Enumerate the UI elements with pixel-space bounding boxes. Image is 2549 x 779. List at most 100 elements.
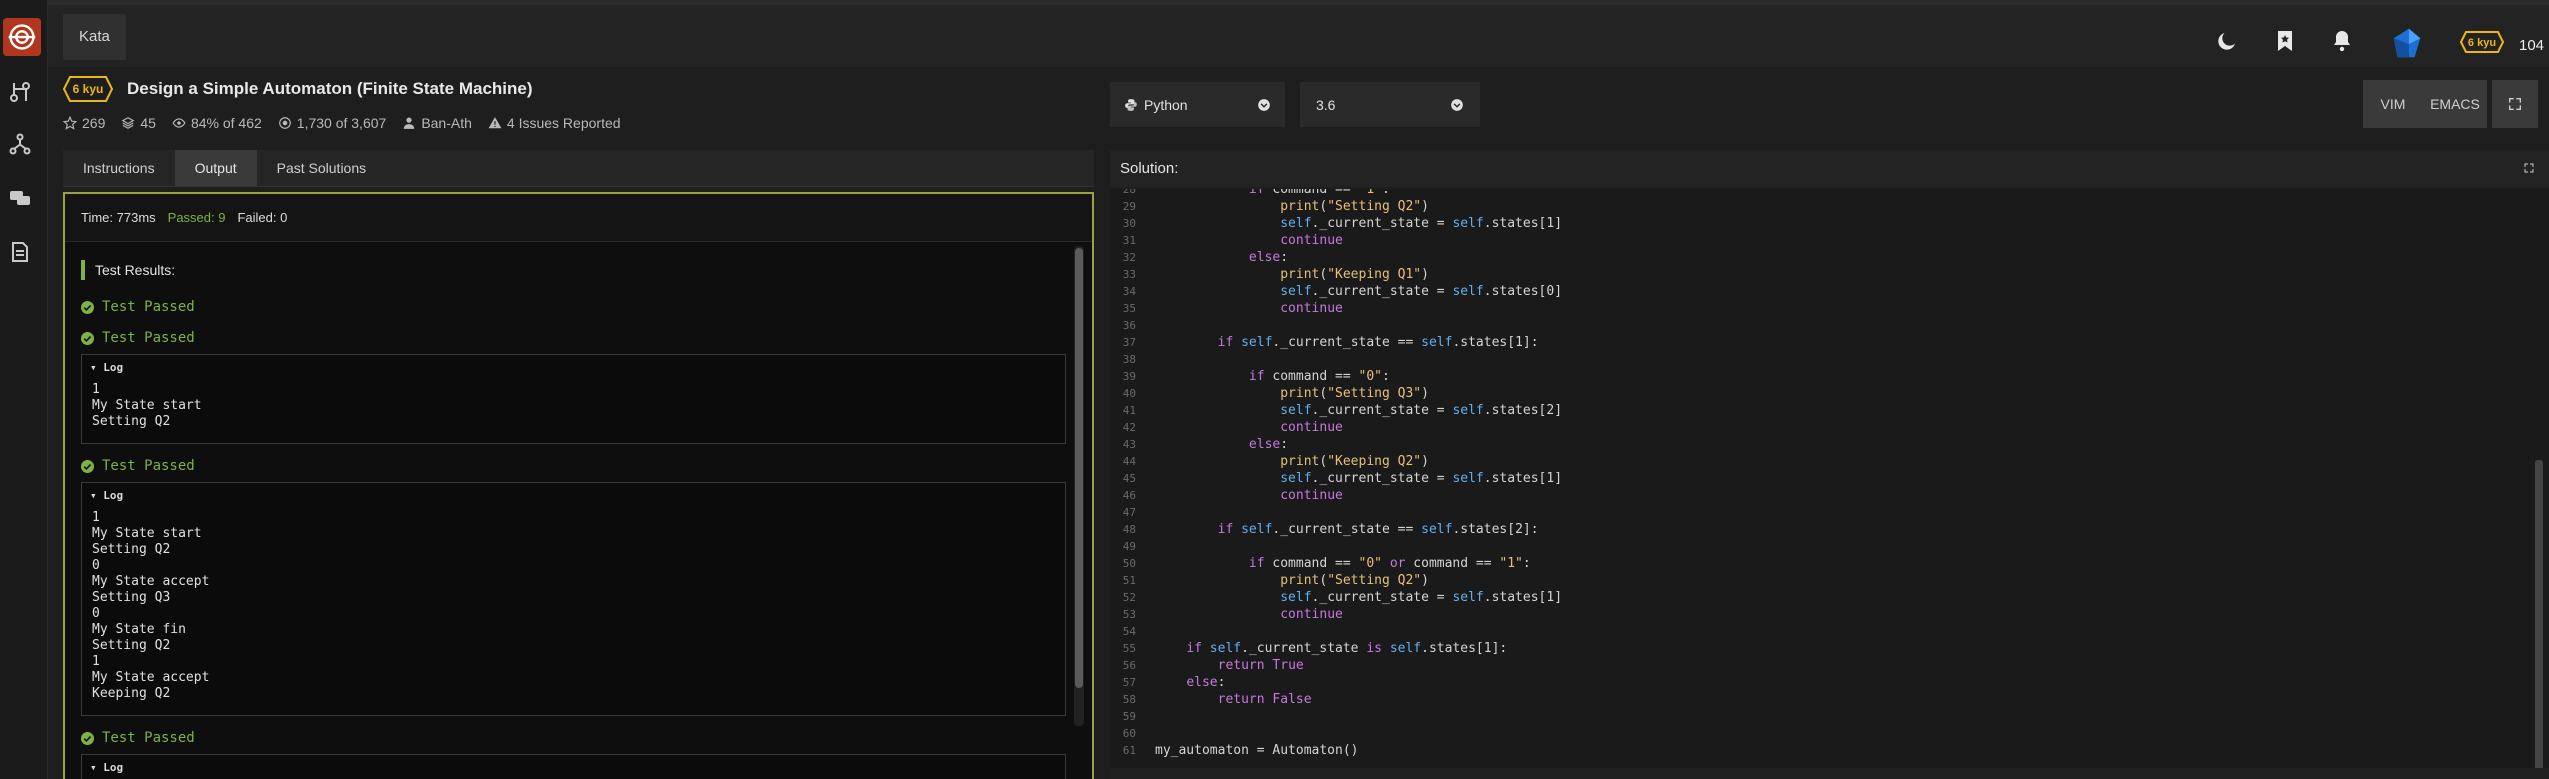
- language-value: Python: [1144, 96, 1188, 113]
- code-text: print("Keeping Q1"): [1280, 267, 1429, 282]
- code-text: continue: [1280, 301, 1343, 316]
- language-select[interactable]: Python: [1110, 82, 1285, 127]
- test-results: Test Results: Test Passed Test Passed ▾ …: [81, 258, 1066, 779]
- line-number: 49: [1122, 540, 1136, 553]
- line-number: 55: [1122, 642, 1136, 655]
- code-line: 59: [1110, 708, 2549, 725]
- line-number: 50: [1122, 557, 1136, 570]
- output-scrollbar[interactable]: [1074, 246, 1084, 726]
- code-line: 37 if self._current_state == self.states…: [1110, 334, 2549, 351]
- kata-title[interactable]: Design a Simple Automaton (Finite State …: [127, 79, 533, 99]
- code-line: 32 else:: [1110, 249, 2549, 266]
- code-text: self._current_state = self.states[0]: [1280, 284, 1563, 299]
- code-editor[interactable]: 28 if command == "1": 29 print("Setting Q…: [1110, 189, 2549, 769]
- bell-icon[interactable]: [2330, 29, 2354, 53]
- stars-stat[interactable]: 269: [63, 115, 105, 131]
- tab-output[interactable]: Output: [174, 150, 257, 186]
- vim-mode-button[interactable]: VIM: [2363, 80, 2423, 128]
- collections-stat[interactable]: 45: [121, 115, 156, 131]
- log-label: Log: [103, 489, 124, 502]
- log-box: ▾ Log 1 My State start Setting Q2 0 My S…: [81, 482, 1066, 716]
- emacs-mode-button[interactable]: EMACS: [2423, 80, 2487, 128]
- code-text: self._current_state = self.states[1]: [1280, 216, 1563, 231]
- line-number: 44: [1122, 455, 1136, 468]
- code-line: 31 continue: [1110, 232, 2549, 249]
- line-number: 51: [1122, 574, 1136, 587]
- code-text: continue: [1280, 233, 1343, 248]
- completions-stat: 1,730 of 3,607: [278, 115, 386, 131]
- code-line: 45 self._current_state = self.states[1]: [1110, 470, 2549, 487]
- log-toggle[interactable]: ▾ Log: [82, 755, 1065, 774]
- line-number: 32: [1122, 251, 1136, 264]
- docs-icon[interactable]: [8, 240, 32, 264]
- kata-rank-badge: 6 kyu: [63, 76, 113, 102]
- issues-stat[interactable]: 4 Issues Reported: [488, 115, 621, 131]
- version-select[interactable]: 3.6: [1300, 82, 1480, 127]
- line-number: 45: [1122, 472, 1136, 485]
- code-line: 47: [1110, 504, 2549, 521]
- code-text: my_automaton = Automaton(): [1155, 743, 1359, 758]
- log-toggle[interactable]: ▾ Log: [82, 483, 1065, 502]
- line-number: 37: [1122, 336, 1136, 349]
- code-line: 56 return True: [1110, 657, 2549, 674]
- line-number: 59: [1122, 710, 1136, 723]
- check-circle-icon: [81, 731, 94, 745]
- user-rank-badge: 6 kyu: [2460, 31, 2504, 53]
- line-number: 38: [1122, 353, 1136, 366]
- fork-icon[interactable]: [8, 132, 32, 156]
- code-text: continue: [1280, 607, 1343, 622]
- discussion-icon[interactable]: [8, 186, 32, 210]
- line-number: 52: [1122, 591, 1136, 604]
- practice-icon[interactable]: [8, 80, 32, 104]
- moon-icon[interactable]: [2215, 29, 2239, 53]
- code-text: if command == "0":: [1248, 369, 1390, 384]
- bookmark-icon[interactable]: [2273, 29, 2297, 53]
- warning-icon: [488, 117, 502, 129]
- code-text: print("Setting Q3"): [1280, 386, 1429, 401]
- test-passed-label: Test Passed: [102, 330, 195, 346]
- line-number: 47: [1122, 506, 1136, 519]
- code-line: 46 continue: [1110, 487, 2549, 504]
- code-text: else:: [1186, 675, 1226, 690]
- user-avatar[interactable]: [2388, 25, 2426, 63]
- eye-icon: [172, 118, 186, 128]
- log-toggle[interactable]: ▾ Log: [82, 355, 1065, 374]
- expand-icon[interactable]: [2523, 162, 2535, 174]
- test-results-title: Test Results:: [81, 260, 1066, 280]
- author-name: Ban-Ath: [421, 115, 472, 131]
- code-text: if self._current_state is self.states[1]…: [1186, 641, 1508, 656]
- codewars-logo[interactable]: [3, 18, 41, 56]
- satisfaction-value: 84% of 462: [190, 115, 262, 131]
- kata-stats: 269 45 84% of 462 1,730 of 3,607 Ban-Ath…: [63, 115, 621, 131]
- check-circle-icon: [81, 459, 94, 473]
- code-line: 34 self._current_state = self.states[0]: [1110, 283, 2549, 300]
- fullscreen-button[interactable]: [2492, 80, 2538, 128]
- code-text: print("Setting Q2"): [1280, 573, 1429, 588]
- honor-count: 104: [2519, 37, 2545, 54]
- user-rank-text: 6 kyu: [2468, 37, 2496, 49]
- line-number: 54: [1122, 625, 1136, 638]
- tab-past-solutions[interactable]: Past Solutions: [257, 150, 387, 186]
- line-number: 39: [1122, 370, 1136, 383]
- code-text: else:: [1248, 437, 1289, 452]
- kata-tab[interactable]: Kata: [63, 14, 126, 60]
- tab-instructions[interactable]: Instructions: [63, 150, 175, 186]
- line-number: 61: [1122, 744, 1136, 757]
- editor-scrollbar[interactable]: [2535, 460, 2543, 770]
- code-line: 58 return False: [1110, 691, 2549, 708]
- chevron-down-icon: [1258, 98, 1270, 111]
- code-line: 60: [1110, 725, 2549, 742]
- log-box: ▾ Log 1 My State start Setting Q2: [81, 354, 1066, 444]
- code-text: if self._current_state == self.states[1]…: [1217, 335, 1539, 350]
- code-line: 35 continue: [1110, 300, 2549, 317]
- issues-text: 4 Issues Reported: [506, 115, 621, 131]
- author-stat[interactable]: Ban-Ath: [402, 115, 472, 131]
- output-summary: Time: 773ms Passed: 9 Failed: 0: [65, 194, 1092, 242]
- code-line: 52 self._current_state = self.states[1]: [1110, 589, 2549, 606]
- test-passed-line: Test Passed: [81, 456, 1066, 476]
- test-passed-line: Test Passed: [81, 328, 1066, 348]
- log-content: 1 My State start Setting Q2: [92, 382, 202, 429]
- expand-icon: [2509, 98, 2521, 110]
- line-number: 41: [1122, 404, 1136, 417]
- code-line: 42 continue: [1110, 419, 2549, 436]
